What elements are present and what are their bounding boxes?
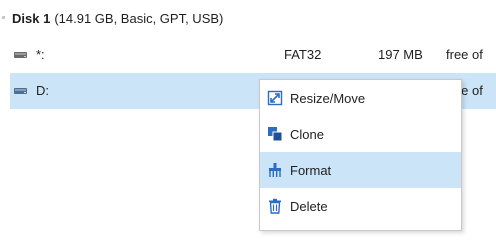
- partition-label: D:: [36, 83, 49, 98]
- menu-item-label: Format: [290, 162, 332, 178]
- partition-free: free of: [446, 47, 483, 62]
- partition-row[interactable]: *: FAT32 197 MB free of: [10, 37, 496, 73]
- menu-item-label: Clone: [290, 126, 324, 142]
- menu-item-format[interactable]: Format: [260, 152, 461, 188]
- menu-item-clone[interactable]: Clone: [260, 116, 461, 152]
- clone-icon: [267, 126, 283, 142]
- format-icon: [267, 162, 283, 178]
- partition-filesystem: FAT32: [284, 47, 322, 62]
- menu-item-delete[interactable]: Delete: [260, 188, 461, 224]
- disk-title: Disk 1: [12, 10, 51, 26]
- menu-item-label: Delete: [290, 198, 328, 214]
- partition-label: *:: [36, 47, 45, 62]
- partition-size: 197 MB: [378, 47, 423, 62]
- drive-icon: [14, 88, 27, 94]
- menu-item-resize-move[interactable]: Resize/Move: [260, 80, 461, 116]
- context-menu: Resize/Move Clone Format Delete: [259, 79, 462, 231]
- menu-item-label: Resize/Move: [290, 90, 366, 106]
- disk-header[interactable]: Disk 1 (14.91 GB, Basic, GPT, USB): [0, 7, 223, 29]
- resize-icon: [267, 90, 283, 106]
- delete-icon: [267, 198, 283, 214]
- disk-info: (14.91 GB, Basic, GPT, USB): [54, 10, 224, 26]
- expand-chevron-icon[interactable]: [0, 7, 10, 29]
- drive-icon: [14, 52, 27, 58]
